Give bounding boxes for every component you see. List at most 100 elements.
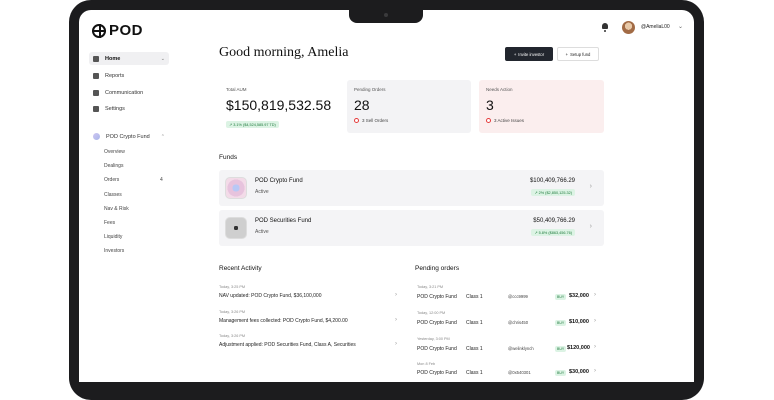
- funds-section-title: Funds: [219, 154, 238, 161]
- needs-sub-text: 3 Active Issues: [494, 118, 525, 123]
- fund-status: Active: [255, 189, 269, 195]
- sidebar-sub-classes[interactable]: Classes: [104, 192, 122, 198]
- pending-orders-card[interactable]: Pending Orders 28 3 Sell Orders: [347, 80, 471, 133]
- alert-dot-icon: [354, 118, 359, 123]
- sidebar-item-label: Communication: [105, 89, 144, 96]
- sidebar-sub-dealings[interactable]: Dealings: [104, 163, 123, 169]
- bell-icon[interactable]: [601, 23, 609, 32]
- activity-date: Today, 3:26 PM: [219, 310, 246, 314]
- pod-logo-icon: [92, 23, 106, 38]
- order-date: Today, 3:21 PM: [417, 285, 444, 289]
- chevron-right-icon[interactable]: ›: [395, 292, 397, 298]
- fund-status: Active: [255, 229, 269, 235]
- user-handle[interactable]: @AmeliaL00: [641, 24, 670, 30]
- activity-section-title: Recent Activity: [219, 265, 262, 272]
- order-amount: $32,000: [569, 293, 589, 299]
- chevron-right-icon[interactable]: ›: [594, 318, 596, 324]
- order-user: @chris450: [508, 320, 529, 325]
- order-fund: POD Crypto Fund: [417, 370, 457, 376]
- needs-sub: 3 Active Issues: [486, 118, 597, 123]
- fund-name: POD Crypto Fund: [255, 178, 303, 184]
- activity-text[interactable]: NAV updated: POD Crypto Fund, $36,100,00…: [219, 293, 321, 299]
- total-aum-card: Total AUM $150,819,532.58 ↗ 3.1% ($4,524…: [219, 80, 340, 133]
- fund-row-crypto[interactable]: POD Crypto Fund Active $100,409,766.29 ↗…: [219, 170, 604, 206]
- activity-text[interactable]: Adjustment applied: POD Securities Fund,…: [219, 342, 356, 348]
- chevron-down-icon: ⌄: [160, 55, 165, 62]
- sidebar-fund-crypto[interactable]: POD Crypto Fund ⌃: [89, 130, 169, 143]
- chevron-right-icon[interactable]: ›: [395, 317, 397, 323]
- order-class: Class 1: [466, 370, 483, 376]
- plus-icon: +: [565, 51, 569, 57]
- sidebar-sub-fees[interactable]: Fees: [104, 220, 115, 226]
- needs-value: 3: [486, 97, 494, 113]
- pending-sub-text: 3 Sell Orders: [362, 118, 389, 123]
- activity-text[interactable]: Management fees collected: POD Crypto Fu…: [219, 318, 348, 324]
- order-user: @0x540301: [508, 370, 531, 375]
- orders-section-title: Pending orders: [415, 265, 460, 272]
- fund-amount: $100,409,766.29: [529, 178, 575, 184]
- chevron-right-icon[interactable]: ›: [594, 292, 596, 298]
- gear-icon: [93, 105, 99, 112]
- aum-value: $150,819,532.58: [226, 97, 332, 113]
- logo-text: POD: [109, 22, 144, 39]
- sidebar-item-label: Settings: [105, 105, 125, 112]
- fund-logo-icon: [225, 177, 247, 199]
- order-fund: POD Crypto Fund: [417, 346, 457, 352]
- button-label: Setup fund: [570, 51, 591, 57]
- page-title: Good morning, Amelia: [219, 45, 349, 60]
- chevron-up-icon: ⌃: [160, 133, 165, 140]
- needs-action-card[interactable]: Needs Action 3 3 Active Issues: [479, 80, 604, 133]
- order-amount: $10,000: [569, 319, 589, 325]
- avatar[interactable]: [622, 21, 635, 34]
- invite-investor-button[interactable]: + Invite investor: [505, 47, 553, 61]
- chevron-right-icon[interactable]: ›: [395, 341, 397, 347]
- user-plus-icon: +: [513, 51, 517, 57]
- order-amount: $30,000: [569, 369, 589, 375]
- order-type-badge: BUY: [555, 346, 567, 352]
- orders-count-badge: 4: [160, 177, 163, 183]
- sidebar-item-label: Reports: [105, 72, 125, 79]
- pod-logo[interactable]: POD: [92, 22, 143, 39]
- activity-date: Today, 3:26 PM: [219, 334, 246, 338]
- order-class: Class 1: [466, 294, 483, 300]
- chat-icon: [93, 89, 99, 96]
- sidebar-item-settings[interactable]: Settings: [89, 102, 169, 115]
- chevron-right-icon: ›: [589, 183, 592, 190]
- reports-icon: [93, 72, 99, 79]
- sidebar-item-label: Home: [105, 55, 121, 62]
- fund-avatar-icon: [93, 133, 100, 140]
- sidebar-sub-liquidity[interactable]: Liquidity: [104, 234, 122, 240]
- fund-logo-icon: [225, 217, 247, 239]
- order-type-badge: BUY: [555, 320, 567, 326]
- sidebar-sub-nav-risk[interactable]: Nav & Risk: [104, 206, 129, 212]
- chevron-right-icon[interactable]: ›: [594, 368, 596, 374]
- fund-name: POD Securities Fund: [255, 218, 312, 224]
- alert-dot-icon: [486, 118, 491, 123]
- camera-icon: [384, 13, 388, 17]
- fund-row-securities[interactable]: POD Securities Fund Active $50,409,766.2…: [219, 210, 604, 246]
- fund-change-badge: ↗ 5.8% ($863,456.76): [531, 229, 575, 236]
- sidebar-sub-overview[interactable]: Overview: [104, 149, 125, 155]
- fund-change-badge: ↗ 2% ($2,850,125.32): [531, 189, 575, 196]
- card-label: Needs Action: [486, 87, 513, 92]
- order-user: @welinklynch: [508, 346, 534, 351]
- order-type-badge: BUY: [555, 294, 567, 300]
- order-date: Yesterday, 3:00 PM: [417, 337, 450, 341]
- sidebar-fund-label: POD Crypto Fund: [106, 133, 150, 140]
- fund-amount: $50,409,766.29: [533, 218, 575, 224]
- sidebar-sub-orders[interactable]: Orders: [104, 177, 119, 183]
- chevron-right-icon[interactable]: ›: [594, 344, 596, 350]
- sidebar-sub-investors[interactable]: Investors: [104, 248, 124, 254]
- camera-notch: [349, 0, 423, 23]
- sidebar-item-communication[interactable]: Communication: [89, 86, 169, 99]
- chevron-down-icon[interactable]: ⌄: [678, 23, 683, 30]
- aum-change-badge: ↗ 3.1% ($4,524,585.97 TD): [226, 121, 279, 128]
- activity-date: Today, 3:25 PM: [219, 285, 246, 289]
- pending-value: 28: [354, 97, 370, 113]
- order-class: Class 1: [466, 346, 483, 352]
- sidebar-item-reports[interactable]: Reports: [89, 69, 169, 82]
- sidebar-item-home[interactable]: Home ⌄: [89, 52, 169, 65]
- setup-fund-button[interactable]: + Setup fund: [557, 47, 599, 61]
- card-label: Total AUM: [226, 87, 247, 92]
- order-user: @ccc9999: [508, 294, 528, 299]
